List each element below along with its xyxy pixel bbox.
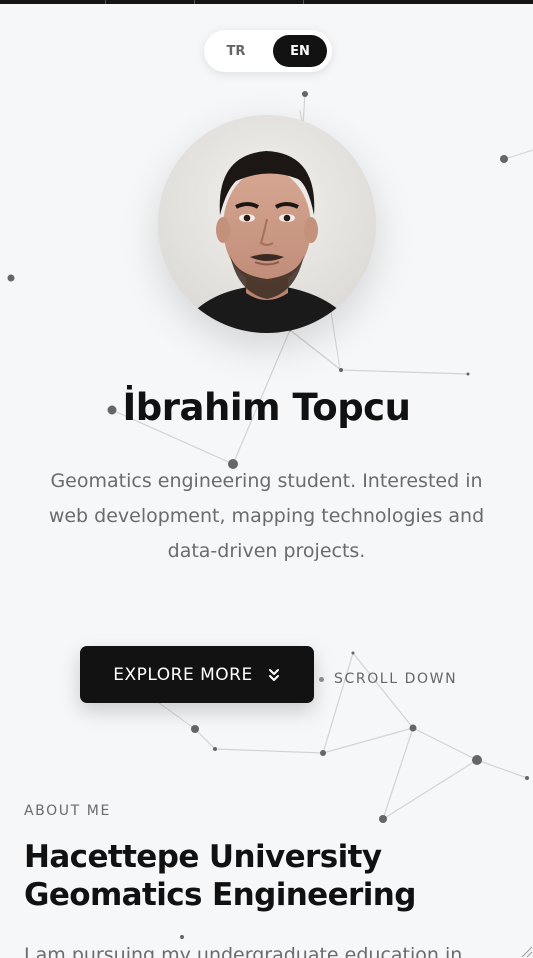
network-node xyxy=(379,815,387,823)
network-node xyxy=(302,91,308,97)
network-edge xyxy=(382,759,478,820)
about-section-text: I am pursuing my undergraduate education… xyxy=(24,944,463,958)
network-node xyxy=(191,725,199,733)
network-node xyxy=(500,155,508,163)
network-edge xyxy=(476,759,528,779)
network-node xyxy=(409,724,417,732)
network-node xyxy=(320,750,326,756)
language-toggle: TR EN xyxy=(204,30,332,72)
resize-handle-icon xyxy=(521,946,533,958)
profile-avatar xyxy=(158,115,376,333)
about-section-title: Hacettepe University Geomatics Engineeri… xyxy=(24,839,416,913)
network-node xyxy=(525,776,529,780)
network-edge xyxy=(322,727,414,754)
network-edge xyxy=(289,329,342,371)
chevrons-down-icon xyxy=(268,668,279,681)
network-edge xyxy=(214,748,324,754)
scroll-down-hint[interactable]: SCROLL DOWN xyxy=(319,668,457,690)
network-edge xyxy=(382,727,414,820)
scroll-down-label: SCROLL DOWN xyxy=(334,671,458,687)
network-edge xyxy=(412,727,478,761)
profile-name: İbrahim Topcu xyxy=(122,386,411,429)
top-bar xyxy=(0,0,533,4)
network-edge xyxy=(340,369,469,375)
network-node xyxy=(213,747,217,751)
network-node xyxy=(7,274,15,282)
network-node xyxy=(472,755,482,765)
lang-en-button[interactable]: EN xyxy=(273,35,327,67)
network-edge xyxy=(289,329,342,371)
network-edge xyxy=(352,652,414,729)
network-node xyxy=(466,372,470,376)
lang-tr-button[interactable]: TR xyxy=(209,35,263,67)
network-edge xyxy=(154,699,196,730)
explore-more-button[interactable]: EXPLORE MORE xyxy=(80,646,314,703)
network-edge xyxy=(504,149,533,160)
network-node xyxy=(351,651,355,655)
scroll-dot-icon xyxy=(319,676,324,682)
profile-bio: Geomatics engineering student. Intereste… xyxy=(48,470,485,562)
network-node xyxy=(339,368,343,372)
portfolio-page: TR EN İbrahim Topcu Geomatics engineerin… xyxy=(0,0,533,958)
profile-photo xyxy=(158,115,376,333)
network-edge xyxy=(194,728,216,750)
about-section-label: ABOUT ME xyxy=(24,803,111,819)
network-node xyxy=(180,935,184,939)
explore-more-label: EXPLORE MORE xyxy=(113,664,253,685)
